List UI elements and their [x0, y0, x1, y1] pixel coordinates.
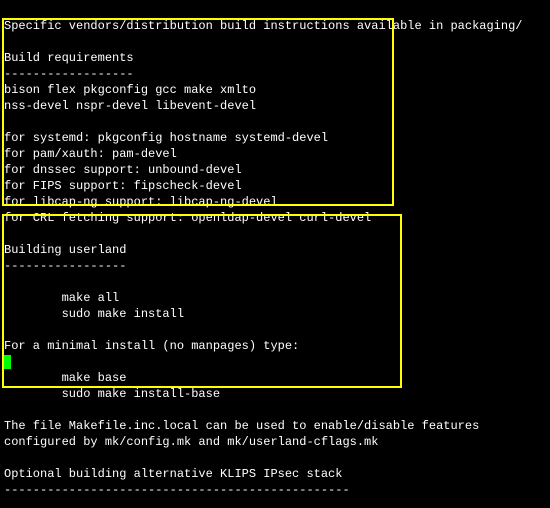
text-line: sudo make install — [4, 307, 184, 321]
text-line: Optional building alternative KLIPS IPse… — [4, 467, 342, 481]
text-line: configured by mk/config.mk and mk/userla… — [4, 435, 378, 449]
text-line: make all — [4, 291, 119, 305]
text-line: for CRL fetching support: openldap-devel… — [4, 211, 371, 225]
text-line: For a minimal install (no manpages) type… — [4, 339, 299, 353]
text-line: for systemd: pkgconfig hostname systemd-… — [4, 131, 328, 145]
text-line: The file Makefile.inc.local can be used … — [4, 419, 479, 433]
text-line: Building userland — [4, 243, 126, 257]
text-line: make base — [4, 371, 126, 385]
text-line: for FIPS support: fipscheck-devel — [4, 179, 242, 193]
text-line: Build requirements — [4, 51, 134, 65]
terminal-output: Specific vendors/distribution build inst… — [0, 0, 550, 508]
text-line: sudo make install-base — [4, 387, 220, 401]
text-line: for pam/xauth: pam-devel — [4, 147, 177, 161]
text-line: ----------------------------------------… — [4, 483, 350, 497]
text-line: ----------------- — [4, 259, 126, 273]
cursor-icon — [4, 355, 11, 369]
text-line: nss-devel nspr-devel libevent-devel — [4, 99, 256, 113]
text-line: ------------------ — [4, 67, 134, 81]
text-line: for dnssec support: unbound-devel — [4, 163, 242, 177]
text-line: Specific vendors/distribution build inst… — [4, 19, 522, 33]
text-line: bison flex pkgconfig gcc make xmlto — [4, 83, 256, 97]
text-line: for libcap-ng support: libcap-ng-devel — [4, 195, 278, 209]
